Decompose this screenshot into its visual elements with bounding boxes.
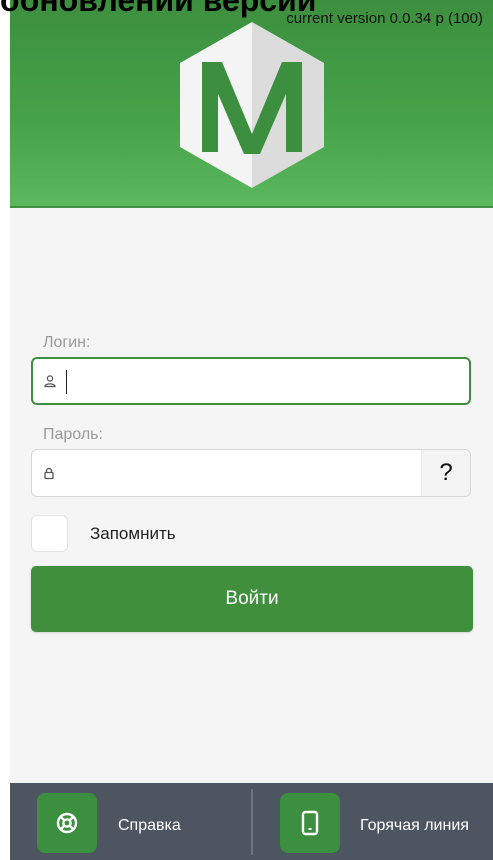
- lifebuoy-icon: [56, 812, 78, 834]
- login-field[interactable]: [31, 357, 471, 405]
- login-button[interactable]: Войти: [31, 566, 473, 632]
- nav-hotline[interactable]: Горячая линия: [253, 783, 493, 860]
- password-label: Пароль:: [43, 426, 103, 443]
- login-screen: Логин: Пароль: ? Запомнить Войти Справка…: [10, 0, 493, 860]
- bottom-nav-bar: Справка Горячая линия: [10, 783, 493, 860]
- help-icon-box: [37, 793, 97, 853]
- header-banner: [10, 0, 493, 208]
- user-icon: [44, 375, 56, 388]
- nav-help[interactable]: Справка: [10, 783, 250, 860]
- app-logo: [180, 22, 324, 188]
- remember-checkbox[interactable]: [31, 515, 68, 552]
- text-caret: [66, 370, 67, 394]
- update-overlay-title: обновлений версий: [0, 0, 317, 18]
- phone-icon: [301, 810, 319, 836]
- password-field[interactable]: ?: [31, 449, 471, 497]
- help-label: Справка: [118, 817, 181, 834]
- login-label: Логин:: [43, 334, 91, 351]
- remember-label: Запомнить: [90, 524, 176, 543]
- login-input[interactable]: [65, 359, 425, 403]
- password-input[interactable]: [64, 450, 424, 496]
- version-text: current version 0.0.34 p (100): [286, 10, 483, 27]
- hotline-label: Горячая линия: [360, 817, 469, 834]
- password-help-button[interactable]: ?: [421, 450, 470, 496]
- hotline-icon-box: [280, 793, 340, 853]
- lock-icon: [44, 467, 54, 480]
